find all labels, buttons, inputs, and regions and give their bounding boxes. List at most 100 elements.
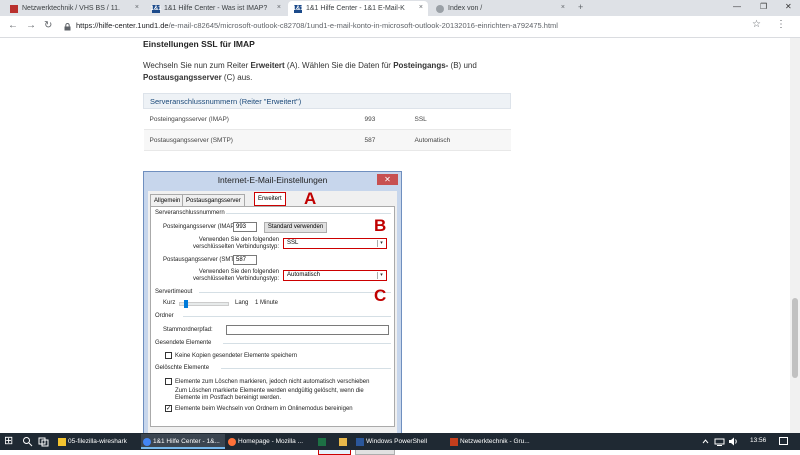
network-icon[interactable]	[714, 436, 725, 447]
windows-start-icon[interactable]: ⊞	[4, 434, 13, 447]
port-table: Serveranschlussnummern (Reiter "Erweiter…	[143, 93, 511, 151]
close-tab-icon[interactable]: ×	[561, 4, 565, 11]
browser-menu-icon[interactable]: ⋮	[776, 19, 786, 30]
page-scrollbar[interactable]	[790, 38, 800, 433]
dialog-close-button[interactable]: ✕	[377, 174, 398, 185]
excel-icon	[318, 438, 326, 446]
dialog-body: Allgemein Postausgangsserver Erweitert S…	[148, 191, 397, 455]
smtp-encryption-label-1: Verwenden Sie den folgenden	[198, 269, 279, 275]
taskbar-item-firefox[interactable]: Homepage - Mozilla ...	[226, 434, 310, 449]
browser-tab-netzwerktechnik[interactable]: Netzwerktechnik / VHS BS / 11. ×	[4, 1, 144, 16]
powershell-icon	[356, 438, 364, 446]
chevron-down-icon: ▾	[377, 272, 385, 279]
table-header: Serveranschlussnummern (Reiter "Erweiter…	[143, 93, 511, 109]
browser-tab-index[interactable]: Index von / ×	[430, 1, 570, 16]
timeout-slider[interactable]	[179, 300, 229, 308]
purge-label: Elemente beim Wechseln von Ordnern im On…	[175, 406, 353, 412]
root-path-label: Stammordnerpfad:	[163, 327, 213, 333]
imap-encryption-label-2: verschlüsselten Verbindungstyp:	[192, 244, 279, 250]
mark-delete-note-2: Elemente im Postfach bereinigt werden.	[175, 395, 282, 401]
windows-taskbar: ⊞ 05-filezilla-wireshark 1&1 Hilfe Cente…	[0, 433, 800, 450]
tab-postausgangsserver[interactable]: Postausgangsserver	[182, 194, 245, 206]
tab-label: 1&1 Hilfe Center - Was ist IMAP?	[164, 5, 268, 12]
smtp-port-label: Postausgangsserver (SMTP):	[163, 257, 242, 263]
email-settings-dialog: Internet-E-Mail-Einstellungen ✕ Allgemei…	[143, 171, 402, 455]
mark-delete-note-1: Zum Löschen markierte Elemente werden en…	[175, 388, 364, 394]
url-path: /e-mail-c82645/microsoft-outlook-c82708/…	[168, 21, 558, 30]
slider-thumb[interactable]	[184, 300, 188, 308]
table-row: Postausgangsserver (SMTP) 587 Automatisc…	[143, 129, 511, 151]
browser-tab-imap[interactable]: 1&1 1&1 Hilfe Center - Was ist IMAP? ×	[146, 1, 286, 16]
taskbar-item-powershell[interactable]: Windows PowerShell	[354, 434, 446, 449]
volume-icon[interactable]	[728, 436, 739, 447]
advanced-tab-panel: Serveranschlussnummern Posteingangsserve…	[150, 206, 395, 427]
close-tab-icon[interactable]: ×	[135, 4, 139, 11]
smtp-encryption-select[interactable]: Automatisch ▾	[283, 270, 387, 281]
bookmark-star-icon[interactable]: ☆	[752, 19, 761, 30]
chevron-down-icon: ▾	[377, 240, 385, 247]
favicon-icon	[436, 4, 444, 13]
dialog-title: Internet-E-Mail-Einstellungen	[217, 175, 328, 185]
group-sent-label: Gesendete Elemente	[155, 340, 212, 346]
tab-label: 1&1 Hilfe Center - 1&1 E-Mail-K	[306, 5, 405, 12]
mark-delete-checkbox[interactable]	[165, 378, 172, 385]
taskbar-item-folder[interactable]	[334, 434, 352, 449]
maximize-icon[interactable]: ❐	[760, 2, 767, 11]
instruction-paragraph: Wechseln Sie nun zum Reiter Erweitert (A…	[143, 61, 477, 82]
favicon-icon: 1&1	[292, 4, 304, 13]
section-heading: Einstellungen SSL für IMAP	[143, 39, 255, 49]
purge-checkbox[interactable]: ✓	[165, 405, 172, 412]
forward-icon[interactable]: →	[26, 20, 36, 31]
back-icon[interactable]: ←	[8, 20, 18, 31]
close-window-icon[interactable]: ✕	[785, 2, 792, 11]
taskbar-item-powerpoint[interactable]: Netzwerktechnik - Gru...	[448, 434, 534, 449]
smtp-port-input[interactable]: 587	[233, 255, 257, 265]
taskbar-clock: 13:56	[750, 437, 767, 444]
close-tab-icon[interactable]: ×	[419, 4, 423, 11]
imap-port-input[interactable]: 993	[233, 222, 257, 232]
group-ports-label: Serveranschlussnummern	[155, 210, 225, 216]
address-bar: ← → ↻ https://hilfe-center.1und1.de/e-ma…	[0, 16, 800, 38]
annotation-c: C	[374, 286, 387, 305]
annotation-b: B	[374, 216, 387, 235]
folder-icon	[58, 438, 66, 446]
no-copies-checkbox[interactable]	[165, 352, 172, 359]
table-row: Posteingangsserver (IMAP) 993 SSL	[143, 108, 511, 130]
favicon-icon: 1&1	[150, 4, 162, 13]
task-view-icon[interactable]	[38, 436, 49, 447]
imap-port-label: Posteingangsserver (IMAP):	[163, 224, 239, 230]
scrollbar-thumb[interactable]	[792, 298, 798, 378]
smtp-encryption-label-2: verschlüsselten Verbindungstyp:	[192, 276, 279, 282]
search-icon[interactable]	[22, 436, 33, 447]
taskbar-item-chrome[interactable]: 1&1 Hilfe Center - 1&...	[141, 434, 225, 449]
chrome-icon	[143, 438, 151, 446]
browser-tab-bar: Netzwerktechnik / VHS BS / 11. × 1&1 1&1…	[0, 0, 800, 16]
checkmark-icon: ✓	[166, 406, 172, 412]
notification-chevron-icon[interactable]	[700, 436, 711, 447]
use-default-button[interactable]: Standard verwenden	[264, 222, 327, 233]
timeout-short-label: Kurz	[163, 300, 176, 306]
tab-allgemein[interactable]: Allgemein	[150, 194, 185, 206]
action-center-icon[interactable]	[778, 436, 789, 447]
taskbar-item-filezilla[interactable]: 05-filezilla-wireshark	[56, 434, 140, 449]
tab-erweitert[interactable]: Erweitert	[254, 192, 286, 206]
browser-tab-outlook[interactable]: 1&1 1&1 Hilfe Center - 1&1 E-Mail-K ×	[288, 1, 428, 16]
tab-label: Index von /	[448, 5, 483, 12]
imap-encryption-select[interactable]: SSL ▾	[283, 238, 387, 249]
powerpoint-icon	[450, 438, 458, 446]
reload-icon[interactable]: ↻	[44, 20, 52, 31]
group-deleted-label: Gelöschte Elemente	[155, 365, 210, 371]
taskbar-item-excel[interactable]	[312, 434, 332, 449]
url-field[interactable]: https://hilfe-center.1und1.de/e-mail-c82…	[76, 21, 558, 30]
favicon-icon	[10, 4, 18, 13]
new-tab-icon[interactable]: +	[578, 2, 583, 12]
explorer-icon	[339, 438, 347, 446]
close-tab-icon[interactable]: ×	[277, 4, 281, 11]
lock-icon	[64, 23, 71, 31]
annotation-a: A	[304, 189, 317, 208]
root-path-input[interactable]	[226, 325, 389, 335]
url-host: https://hilfe-center.1und1.de	[76, 21, 169, 30]
firefox-icon	[228, 438, 236, 446]
minimize-icon[interactable]: —	[733, 2, 741, 11]
timeout-value: 1 Minute	[255, 300, 279, 306]
